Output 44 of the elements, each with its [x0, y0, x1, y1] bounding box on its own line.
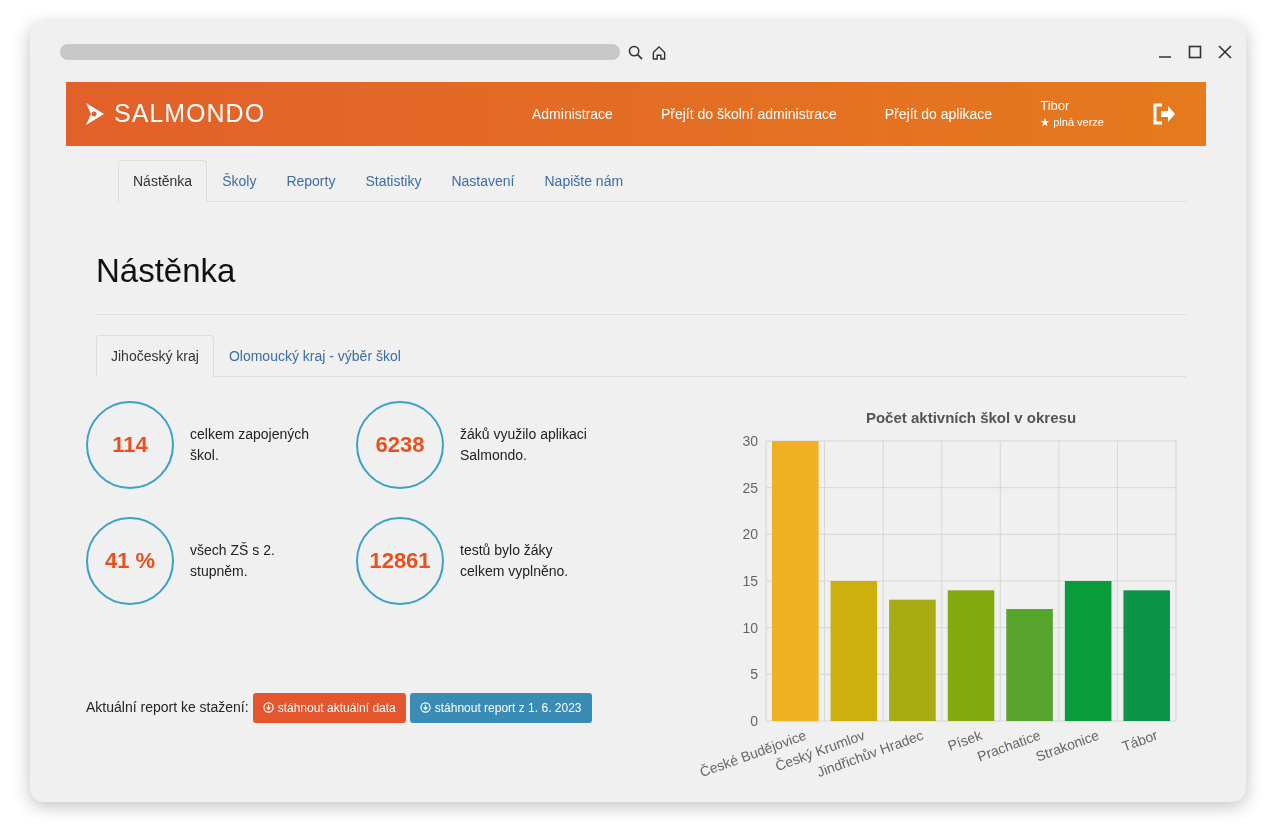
search-icon[interactable] [628, 44, 643, 60]
home-icon[interactable] [651, 44, 667, 60]
axis-tick-label: 0 [750, 712, 758, 729]
tab[interactable]: Školy [207, 160, 272, 202]
page-title: Nástěnka [96, 246, 1186, 315]
axis-tick-label: 5 [750, 665, 758, 682]
logout-icon[interactable] [1152, 103, 1176, 125]
download-button[interactable]: stáhnout aktuální data [252, 692, 406, 723]
logo-icon [84, 101, 106, 127]
stat-description: všech ZŠ s 2. stupněm. [190, 540, 276, 581]
stat-value: 6238 [356, 400, 444, 489]
download-icon [419, 702, 431, 713]
axis-tick-label: 20 [742, 525, 758, 542]
download-button[interactable]: stáhnout report z 1. 6. 2023 [409, 692, 592, 723]
stat-value: 114 [86, 400, 174, 489]
nav-link[interactable]: Přejít do aplikace [884, 103, 993, 125]
tab[interactable]: Jihočeský kraj [96, 334, 214, 377]
download-label: Aktuální report ke stažení: [86, 698, 249, 717]
tab[interactable]: Nastavení [436, 160, 530, 202]
tab[interactable]: Reporty [271, 160, 351, 202]
download-icon [262, 702, 274, 713]
stat-description: testů bylo žáky celkem vyplněno. [460, 540, 570, 581]
nav-link[interactable]: Administrace [532, 103, 613, 125]
maximize-icon[interactable] [1188, 45, 1202, 59]
axis-tick-label: 25 [742, 479, 758, 496]
stat-description: žáků využilo aplikaci Salmondo. [460, 424, 588, 465]
axis-tick-label: 15 [742, 572, 758, 589]
axis-category-label: Tábor [1119, 726, 1160, 754]
star-icon: ★ [1040, 116, 1051, 129]
tab[interactable]: Statistiky [350, 160, 437, 202]
axis-tick-label: 10 [742, 619, 758, 636]
nav-link[interactable]: Přejít do školní administrace [660, 103, 837, 125]
plan-label: plná verze [1053, 116, 1104, 129]
stat-value: 41 % [86, 516, 174, 605]
close-icon[interactable] [1218, 45, 1232, 59]
user-name[interactable]: Tibor [1040, 98, 1104, 116]
axis-tick-label: 30 [742, 432, 758, 449]
brand-name: SALMONDO [114, 98, 266, 130]
tab[interactable]: Napište nám [529, 160, 639, 202]
tab[interactable]: Nástěnka [118, 160, 208, 202]
tab[interactable]: Olomoucký kraj - výběr škol [213, 334, 416, 377]
stat-description: celkem zapojených škol. [190, 424, 311, 465]
chart-title: Počet aktivních škol v okresu [865, 408, 1077, 426]
stat-value: 12861 [356, 516, 444, 605]
